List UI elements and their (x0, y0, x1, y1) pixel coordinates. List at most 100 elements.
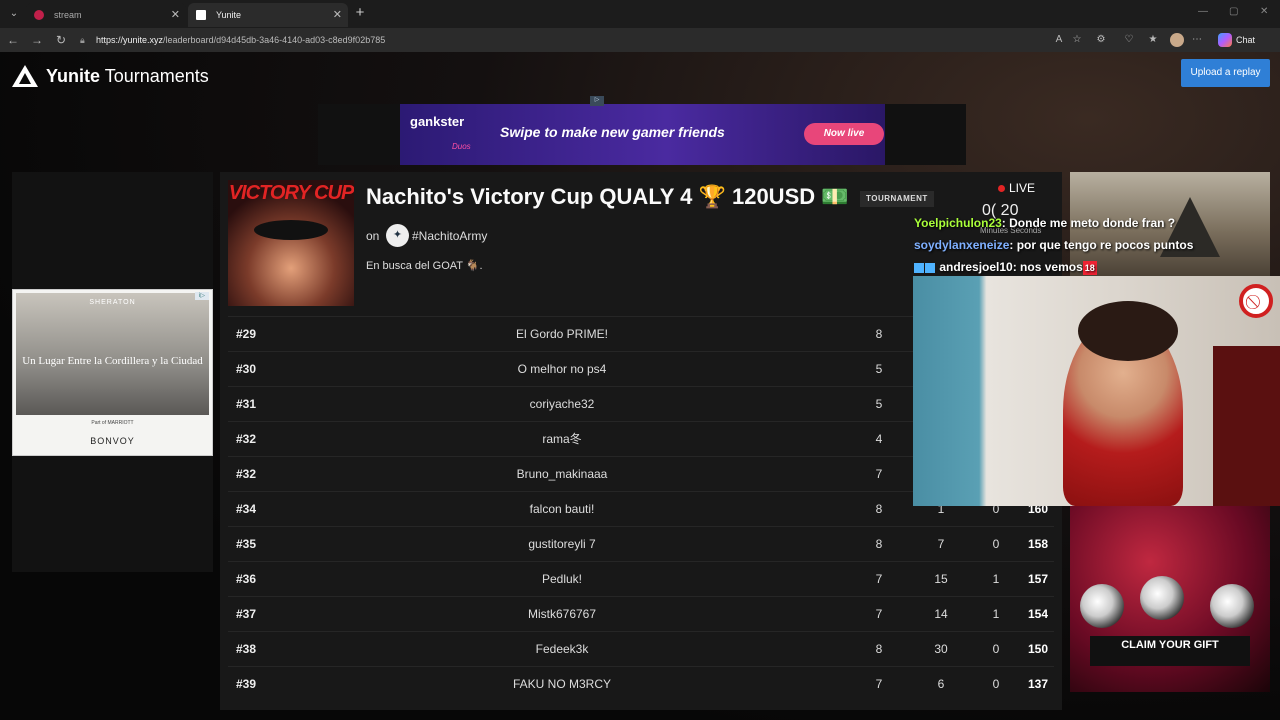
table-row[interactable]: #37 Mistk676767 7 14 1 154 (228, 596, 1054, 631)
table-row[interactable]: #38 Fedeek3k 8 30 0 150 (228, 631, 1054, 666)
chat-label: Chat (1236, 35, 1256, 45)
chat-badge-icon (925, 262, 935, 273)
player-name-cell: Fedeek3k (535, 642, 589, 656)
tab-stream[interactable]: stream ✕ (26, 3, 186, 27)
close-tab-icon[interactable]: ✕ (171, 3, 180, 27)
rank-cell: #32 (236, 432, 257, 446)
top-banner-ad[interactable]: ▷ gankster Duos Swipe to make new gamer … (318, 96, 966, 165)
now-live-button[interactable]: Now live (804, 123, 884, 145)
reload-icon[interactable]: ↻ (53, 32, 69, 48)
ad-choices-icon[interactable]: i▷ (195, 292, 209, 300)
table-row[interactable]: #39 FAKU NO M3RCY 7 6 0 137 (228, 666, 1054, 701)
rank-cell: #35 (236, 537, 257, 551)
page: Yunite Tournaments Upload a replay ▷ gan… (0, 52, 1280, 720)
elims-cell: 15 (934, 572, 948, 586)
organizer-avatar[interactable]: ✦ (386, 224, 409, 247)
profile-avatar[interactable] (1170, 33, 1184, 47)
points-cell: 158 (1027, 537, 1048, 551)
chat-message: andresjoel10: nos vemos 18 (914, 256, 1214, 278)
window-close-icon[interactable]: ✕ (1260, 6, 1268, 17)
no-sign-icon: ⃠ (1239, 284, 1273, 318)
copilot-chat-button[interactable]: Chat (1218, 33, 1255, 47)
browser-tab-bar: ⌄ stream ✕ Yunite ✕ + — ▢ ✕ (0, 0, 1280, 28)
more-menu-icon[interactable]: ⋯ (1190, 33, 1204, 47)
points-cell: 137 (1027, 677, 1048, 691)
table-row[interactable]: #36 Pedluk! 7 15 1 157 (228, 561, 1054, 596)
player-name-cell: rama冬 (542, 432, 582, 446)
rank-cell: #31 (236, 397, 257, 411)
gankster-sub: Duos (452, 142, 471, 151)
rank-cell: #29 (236, 327, 257, 341)
live-indicator: LIVE (998, 181, 1035, 195)
tournament-tag: TOURNAMENT (860, 191, 934, 207)
on-label: on (366, 229, 380, 243)
rank-cell: #38 (236, 642, 257, 656)
claim-gift-button[interactable]: CLAIM YOUR GIFT (1090, 636, 1250, 666)
tab-yunite[interactable]: Yunite ✕ (188, 3, 348, 27)
address-bar[interactable]: 🔒︎ https://yunite.xyz/leaderboard/d94d45… (76, 31, 1096, 49)
ad-orb (1080, 584, 1124, 628)
points-cell: 157 (1027, 572, 1048, 586)
chat-badge-icon (914, 262, 924, 273)
extensions-icon[interactable]: ⚙ (1094, 33, 1108, 47)
part-of-label: Part of MARRIOTT (91, 420, 134, 426)
player-name-cell: El Gordo PRIME! (515, 327, 609, 341)
table-row[interactable]: #35 gustitoreyli 7 8 7 0 158 (228, 526, 1054, 561)
brand-name: Yunite Tournaments (46, 66, 209, 86)
matches-cell: 5 (875, 362, 883, 376)
matches-cell: 8 (875, 502, 883, 516)
streamer-webcam: ⃠ (913, 276, 1280, 506)
sheraton-ad[interactable]: SHERATON Un Lugar Entre la Cordillera y … (12, 289, 213, 456)
player-name-cell: falcon bauti! (529, 502, 595, 516)
copilot-icon (1218, 33, 1232, 47)
wins-cell: 1 (992, 572, 1000, 586)
rank-cell: #30 (236, 362, 257, 376)
elims-cell: 14 (934, 607, 948, 621)
points-cell: 150 (1027, 642, 1048, 656)
new-tab-plus-icon[interactable]: + (352, 4, 368, 22)
rank-cell: #37 (236, 607, 257, 621)
claim-gift-ad[interactable]: CLAIM YOUR GIFT (1070, 506, 1270, 692)
collections-icon[interactable]: ★ (1146, 33, 1160, 47)
tournament-description: En busca del GOAT 🐐. (366, 260, 483, 272)
matches-cell: 7 (875, 467, 883, 481)
stream-chat-overlay: Yoelpichulon23: Donde me meto donde fran… (914, 212, 1214, 278)
tab-label: Yunite (216, 10, 242, 20)
thumbnail-title: VICTORY CUP (228, 182, 354, 204)
points-cell: 154 (1027, 607, 1048, 621)
favorite-star-icon[interactable]: ☆ (1070, 33, 1084, 47)
sheraton-logo: SHERATON (89, 299, 136, 306)
ad-orb (1210, 584, 1254, 628)
minimize-icon[interactable]: — (1198, 6, 1208, 17)
ad-orb (1140, 576, 1184, 620)
player-name-cell: FAKU NO M3RCY (512, 677, 611, 691)
translate-icon[interactable]: A (1052, 33, 1066, 47)
tournament-title: Nachito's Victory Cup QUALY 4 🏆 120USD 💵 (366, 184, 849, 209)
matches-cell: 8 (875, 642, 883, 656)
rank-cell: #34 (236, 502, 257, 516)
matches-cell: 8 (875, 327, 883, 341)
ad-headline: Swipe to make new gamer friends (500, 124, 725, 140)
maximize-icon[interactable]: ▢ (1229, 6, 1238, 17)
rank-cell: #39 (236, 677, 257, 691)
forward-arrow-icon[interactable]: → (29, 32, 45, 48)
ad-text: Un Lugar Entre la Cordillera y la Ciudad (22, 355, 203, 367)
wins-cell: 0 (992, 642, 1000, 656)
background-shirt (1213, 346, 1280, 506)
tab-label: stream (54, 10, 82, 20)
player-name-cell: coriyache32 (529, 397, 595, 411)
wins-cell: 0 (992, 537, 1000, 551)
player-name-cell: Mistk676767 (527, 607, 597, 621)
back-arrow-icon[interactable]: ← (5, 32, 21, 48)
matches-cell: 7 (875, 572, 883, 586)
organizer-link[interactable]: #NachitoArmy (412, 224, 487, 248)
thumbnail-hat (254, 220, 328, 240)
close-tab-icon[interactable]: ✕ (333, 3, 342, 27)
url-path: /leaderboard/d94d45db-3a46-4140-ad03-c8e… (163, 35, 386, 45)
gankster-ad[interactable]: ▷ gankster Duos Swipe to make new gamer … (400, 96, 885, 165)
upload-replay-button[interactable]: Upload a replay (1181, 59, 1270, 87)
live-dot-icon (998, 185, 1005, 192)
browser-essentials-icon[interactable]: ♡ (1122, 33, 1136, 47)
tab-list-chevron-icon[interactable]: ⌄ (6, 6, 22, 22)
ad-choices-icon[interactable]: ▷ (590, 96, 604, 106)
